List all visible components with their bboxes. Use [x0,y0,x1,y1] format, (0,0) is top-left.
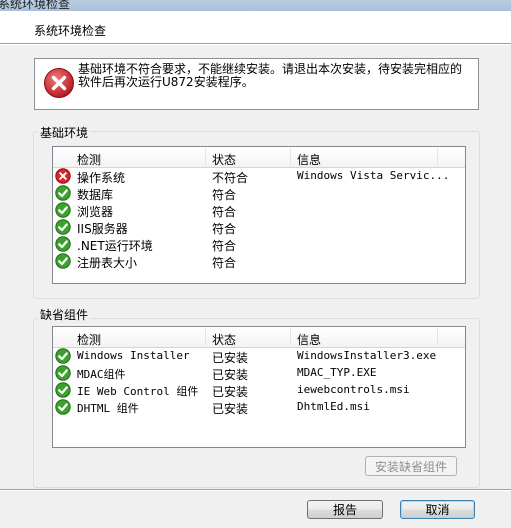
item-status: 不符合 [212,171,249,185]
header-divider [0,43,511,45]
column-header-info[interactable]: 信息 [297,331,321,348]
list-item[interactable]: MDAC组件 已安装 MDAC_TYP.EXE [53,365,465,382]
item-status: 已安装 [212,402,249,416]
item-name: Windows Installer [77,349,190,362]
item-name: .NET运行环境 [77,239,153,253]
list-item[interactable]: 操作系统 不符合 Windows Vista Servic... [53,168,465,185]
item-name: IE Web Control 组件 [77,385,199,398]
item-info: WindowsInstaller3.exe [297,349,437,362]
column-header-check[interactable]: 检测 [77,151,101,168]
missing-components-list[interactable]: 检测 状态 信息 Windows Installer 已安装 WindowsInst… [52,326,466,448]
report-button[interactable]: 报告 [307,500,383,519]
item-name: 浏览器 [77,205,114,219]
item-name: 注册表大小 [77,256,138,270]
warning-message: 基础环境不符合要求，不能继续安装。请退出本次安装，待安装完相应的软件后再次运行U… [78,62,463,89]
item-status: 符合 [212,222,237,236]
list-header: 检测 状态 信息 [53,327,465,348]
success-icon [55,253,71,269]
item-status: 已安装 [212,385,249,399]
list-item[interactable]: 注册表大小 符合 [53,253,465,270]
item-name: 数据库 [77,188,114,202]
list-item[interactable]: .NET运行环境 符合 [53,236,465,253]
column-header-status[interactable]: 状态 [212,331,236,348]
item-status: 符合 [212,239,237,253]
success-icon [55,185,71,201]
column-header-status[interactable]: 状态 [212,151,236,168]
list-item[interactable]: 浏览器 符合 [53,202,465,219]
item-name: DHTML 组件 [77,402,139,415]
item-info: iewebcontrols.msi [297,383,410,396]
success-icon [55,236,71,252]
list-item[interactable]: Windows Installer 已安装 WindowsInstaller3.ex… [53,348,465,365]
success-icon [55,399,71,415]
column-header-check[interactable]: 检测 [77,331,101,348]
basic-env-label: 基础环境 [38,124,91,141]
item-status: 已安装 [212,351,249,365]
item-info: MDAC_TYP.EXE [297,366,377,379]
success-icon [55,219,71,235]
item-name: MDAC组件 [77,368,126,381]
list-header: 检测 状态 信息 [53,147,465,168]
install-components-button[interactable]: 安装缺省组件 [365,456,457,476]
list-item[interactable]: 数据库 符合 [53,185,465,202]
cancel-button[interactable]: 取消 [400,500,475,519]
item-name: 操作系统 [77,171,126,185]
item-status: 符合 [212,205,237,219]
item-status: 已安装 [212,368,249,382]
list-item[interactable]: IIS服务器 符合 [53,219,465,236]
success-icon [55,382,71,398]
warning-panel: 基础环境不符合要求，不能继续安装。请退出本次安装，待安装完相应的软件后再次运行U… [34,58,479,110]
list-item[interactable]: DHTML 组件 已安装 DhtmlEd.msi [53,399,465,416]
item-info: Windows Vista Servic... [297,169,450,182]
page-title: 系统环境检查 [34,24,107,38]
missing-components-label: 缺省组件 [38,306,91,323]
error-icon [44,68,74,98]
window-title: 系统环境检查 [0,0,71,11]
window-titlebar: 系统环境检查 [0,0,511,11]
column-header-info[interactable]: 信息 [297,151,321,168]
footer-divider [0,489,511,491]
item-status: 符合 [212,256,237,270]
success-icon [55,365,71,381]
list-item[interactable]: IE Web Control 组件 已安装 iewebcontrols.msi [53,382,465,399]
item-status: 符合 [212,188,237,202]
basic-env-list[interactable]: 检测 状态 信息 操作系统 不符合 Windows Vista Servic... 数… [52,146,466,284]
success-icon [55,202,71,218]
item-info: DhtmlEd.msi [297,400,370,413]
error-icon [55,168,71,184]
success-icon [55,348,71,364]
item-name: IIS服务器 [77,222,128,236]
